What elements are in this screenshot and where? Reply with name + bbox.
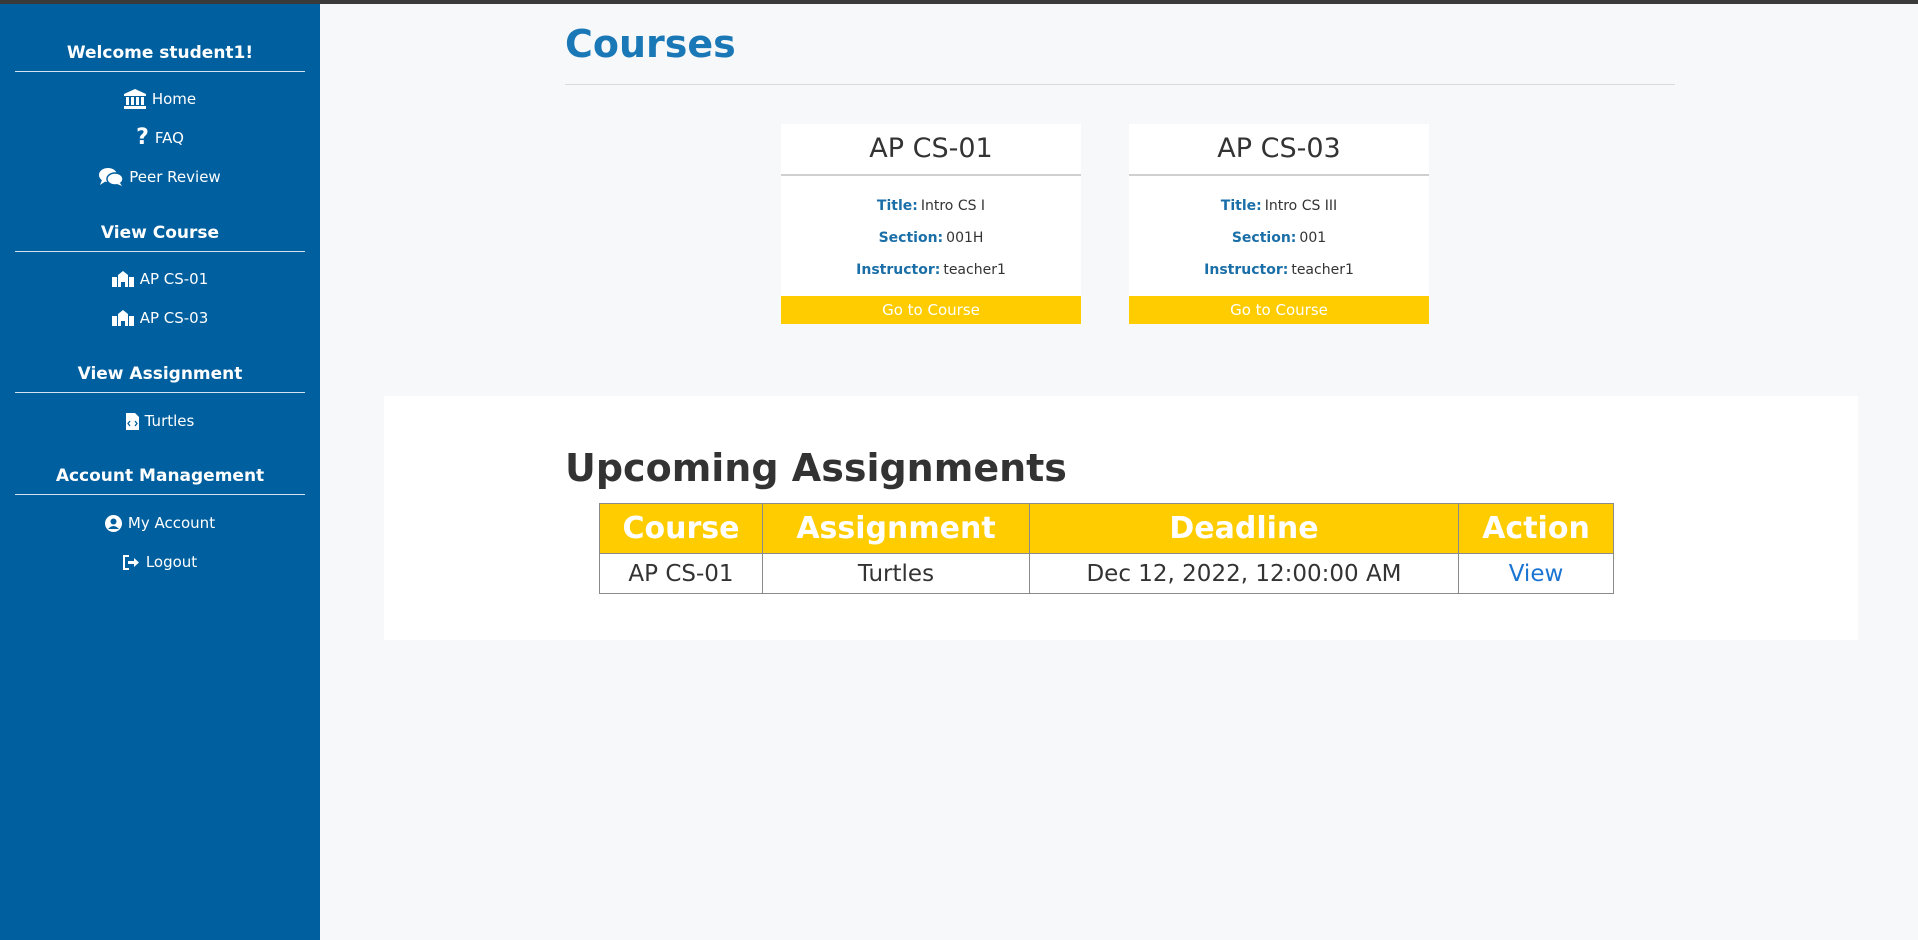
sidebar-item-label: Peer Review (129, 168, 221, 186)
table-row: AP CS-01 Turtles Dec 12, 2022, 12:00:00 … (599, 553, 1614, 594)
course-instructor-row: Instructor: teacher1 (1129, 262, 1429, 278)
course-card: AP CS-03 Title: Intro CS III Section: 001 … (1129, 124, 1429, 324)
course-card: AP CS-01 Title: Intro CS I Section: 001H I… (781, 124, 1081, 324)
title-divider (565, 84, 1675, 85)
section-label: Section: (1231, 230, 1297, 246)
comments-icon (99, 168, 124, 186)
course-section-value: 001H (946, 230, 984, 246)
course-instructor-value: teacher1 (1291, 262, 1354, 278)
school-icon (111, 310, 134, 326)
sidebar-item-peer-review[interactable]: Peer Review (15, 165, 305, 189)
course-section-row: Section: 001H (781, 230, 1081, 246)
user-circle-icon (104, 514, 122, 532)
bank-icon (123, 89, 146, 109)
sidebar-item-logout[interactable]: Logout (15, 550, 305, 574)
account-management-heading: Account Management (15, 465, 305, 495)
file-code-icon (125, 412, 139, 430)
sidebar-item-label: Turtles (144, 412, 195, 430)
page-title: Courses (565, 22, 736, 66)
go-to-course-button[interactable]: Go to Course (1129, 296, 1429, 324)
cell-course: AP CS-01 (599, 553, 763, 594)
sidebar-item-label: AP CS-01 (139, 270, 209, 288)
cell-assignment: Turtles (762, 553, 1030, 594)
sidebar-item-home[interactable]: Home (15, 87, 305, 111)
course-card-name: AP CS-03 (1129, 124, 1429, 176)
course-title-row: Title: Intro CS I (781, 198, 1081, 214)
course-section-value: 001 (1299, 230, 1327, 246)
course-instructor-row: Instructor: teacher1 (781, 262, 1081, 278)
view-assignment-heading: View Assignment (15, 363, 305, 393)
course-section-row: Section: 001 (1129, 230, 1429, 246)
column-header-action: Action (1458, 503, 1614, 554)
sidebar-item-faq[interactable]: ? FAQ (15, 126, 305, 150)
sidebar-item-label: My Account (127, 514, 216, 532)
title-label: Title: (876, 198, 918, 214)
instructor-label: Instructor: (856, 262, 941, 278)
column-header-assignment: Assignment (762, 503, 1030, 554)
course-card-name: AP CS-01 (781, 124, 1081, 176)
view-link[interactable]: View (1458, 553, 1614, 594)
sidebar-item-turtles[interactable]: Turtles (15, 409, 305, 433)
course-instructor-value: teacher1 (943, 262, 1006, 278)
view-course-heading: View Course (15, 222, 305, 252)
course-title-value: Intro CS III (1264, 198, 1338, 214)
sidebar-item-label: Home (151, 90, 197, 108)
sidebar-item-label: Logout (145, 553, 198, 571)
sidebar-item-label: FAQ (154, 129, 184, 147)
sidebar-item-ap-cs-03[interactable]: AP CS-03 (15, 306, 305, 330)
course-title-value: Intro CS I (920, 198, 986, 214)
assignments-table: Course Assignment Deadline Action AP CS-… (599, 503, 1614, 594)
welcome-heading: Welcome student1! (15, 42, 305, 72)
table-header-row: Course Assignment Deadline Action (599, 503, 1614, 554)
course-title-row: Title: Intro CS III (1129, 198, 1429, 214)
title-label: Title: (1220, 198, 1262, 214)
go-to-course-button[interactable]: Go to Course (781, 296, 1081, 324)
school-icon (111, 271, 134, 287)
section-label: Section: (878, 230, 944, 246)
cell-deadline: Dec 12, 2022, 12:00:00 AM (1029, 553, 1459, 594)
sign-out-icon (122, 554, 140, 570)
column-header-deadline: Deadline (1029, 503, 1459, 554)
instructor-label: Instructor: (1204, 262, 1289, 278)
sidebar: Welcome student1! Home ? FAQ Peer Review… (0, 4, 320, 940)
sidebar-item-label: AP CS-03 (139, 309, 209, 327)
sidebar-item-ap-cs-01[interactable]: AP CS-01 (15, 267, 305, 291)
upcoming-assignments-title: Upcoming Assignments (565, 446, 1067, 490)
column-header-course: Course (599, 503, 763, 554)
sidebar-item-my-account[interactable]: My Account (15, 511, 305, 535)
question-icon: ? (136, 125, 149, 150)
